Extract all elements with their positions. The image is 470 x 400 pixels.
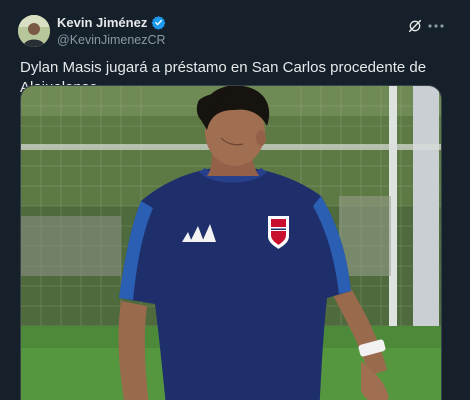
author-handle[interactable]: @KevinJimenezCR	[57, 33, 166, 47]
author-name-row[interactable]: Kevin Jiménez	[57, 15, 166, 30]
tweet-photo[interactable]	[20, 85, 442, 400]
tweet-card[interactable]: Kevin Jiménez @KevinJimenezCR Dylan Masi…	[0, 0, 470, 400]
author-name[interactable]: Kevin Jiménez	[57, 15, 147, 30]
grok-icon[interactable]	[404, 15, 426, 37]
verified-badge-icon	[151, 15, 166, 30]
author-avatar[interactable]	[18, 15, 50, 47]
more-options-icon[interactable]	[425, 15, 447, 37]
